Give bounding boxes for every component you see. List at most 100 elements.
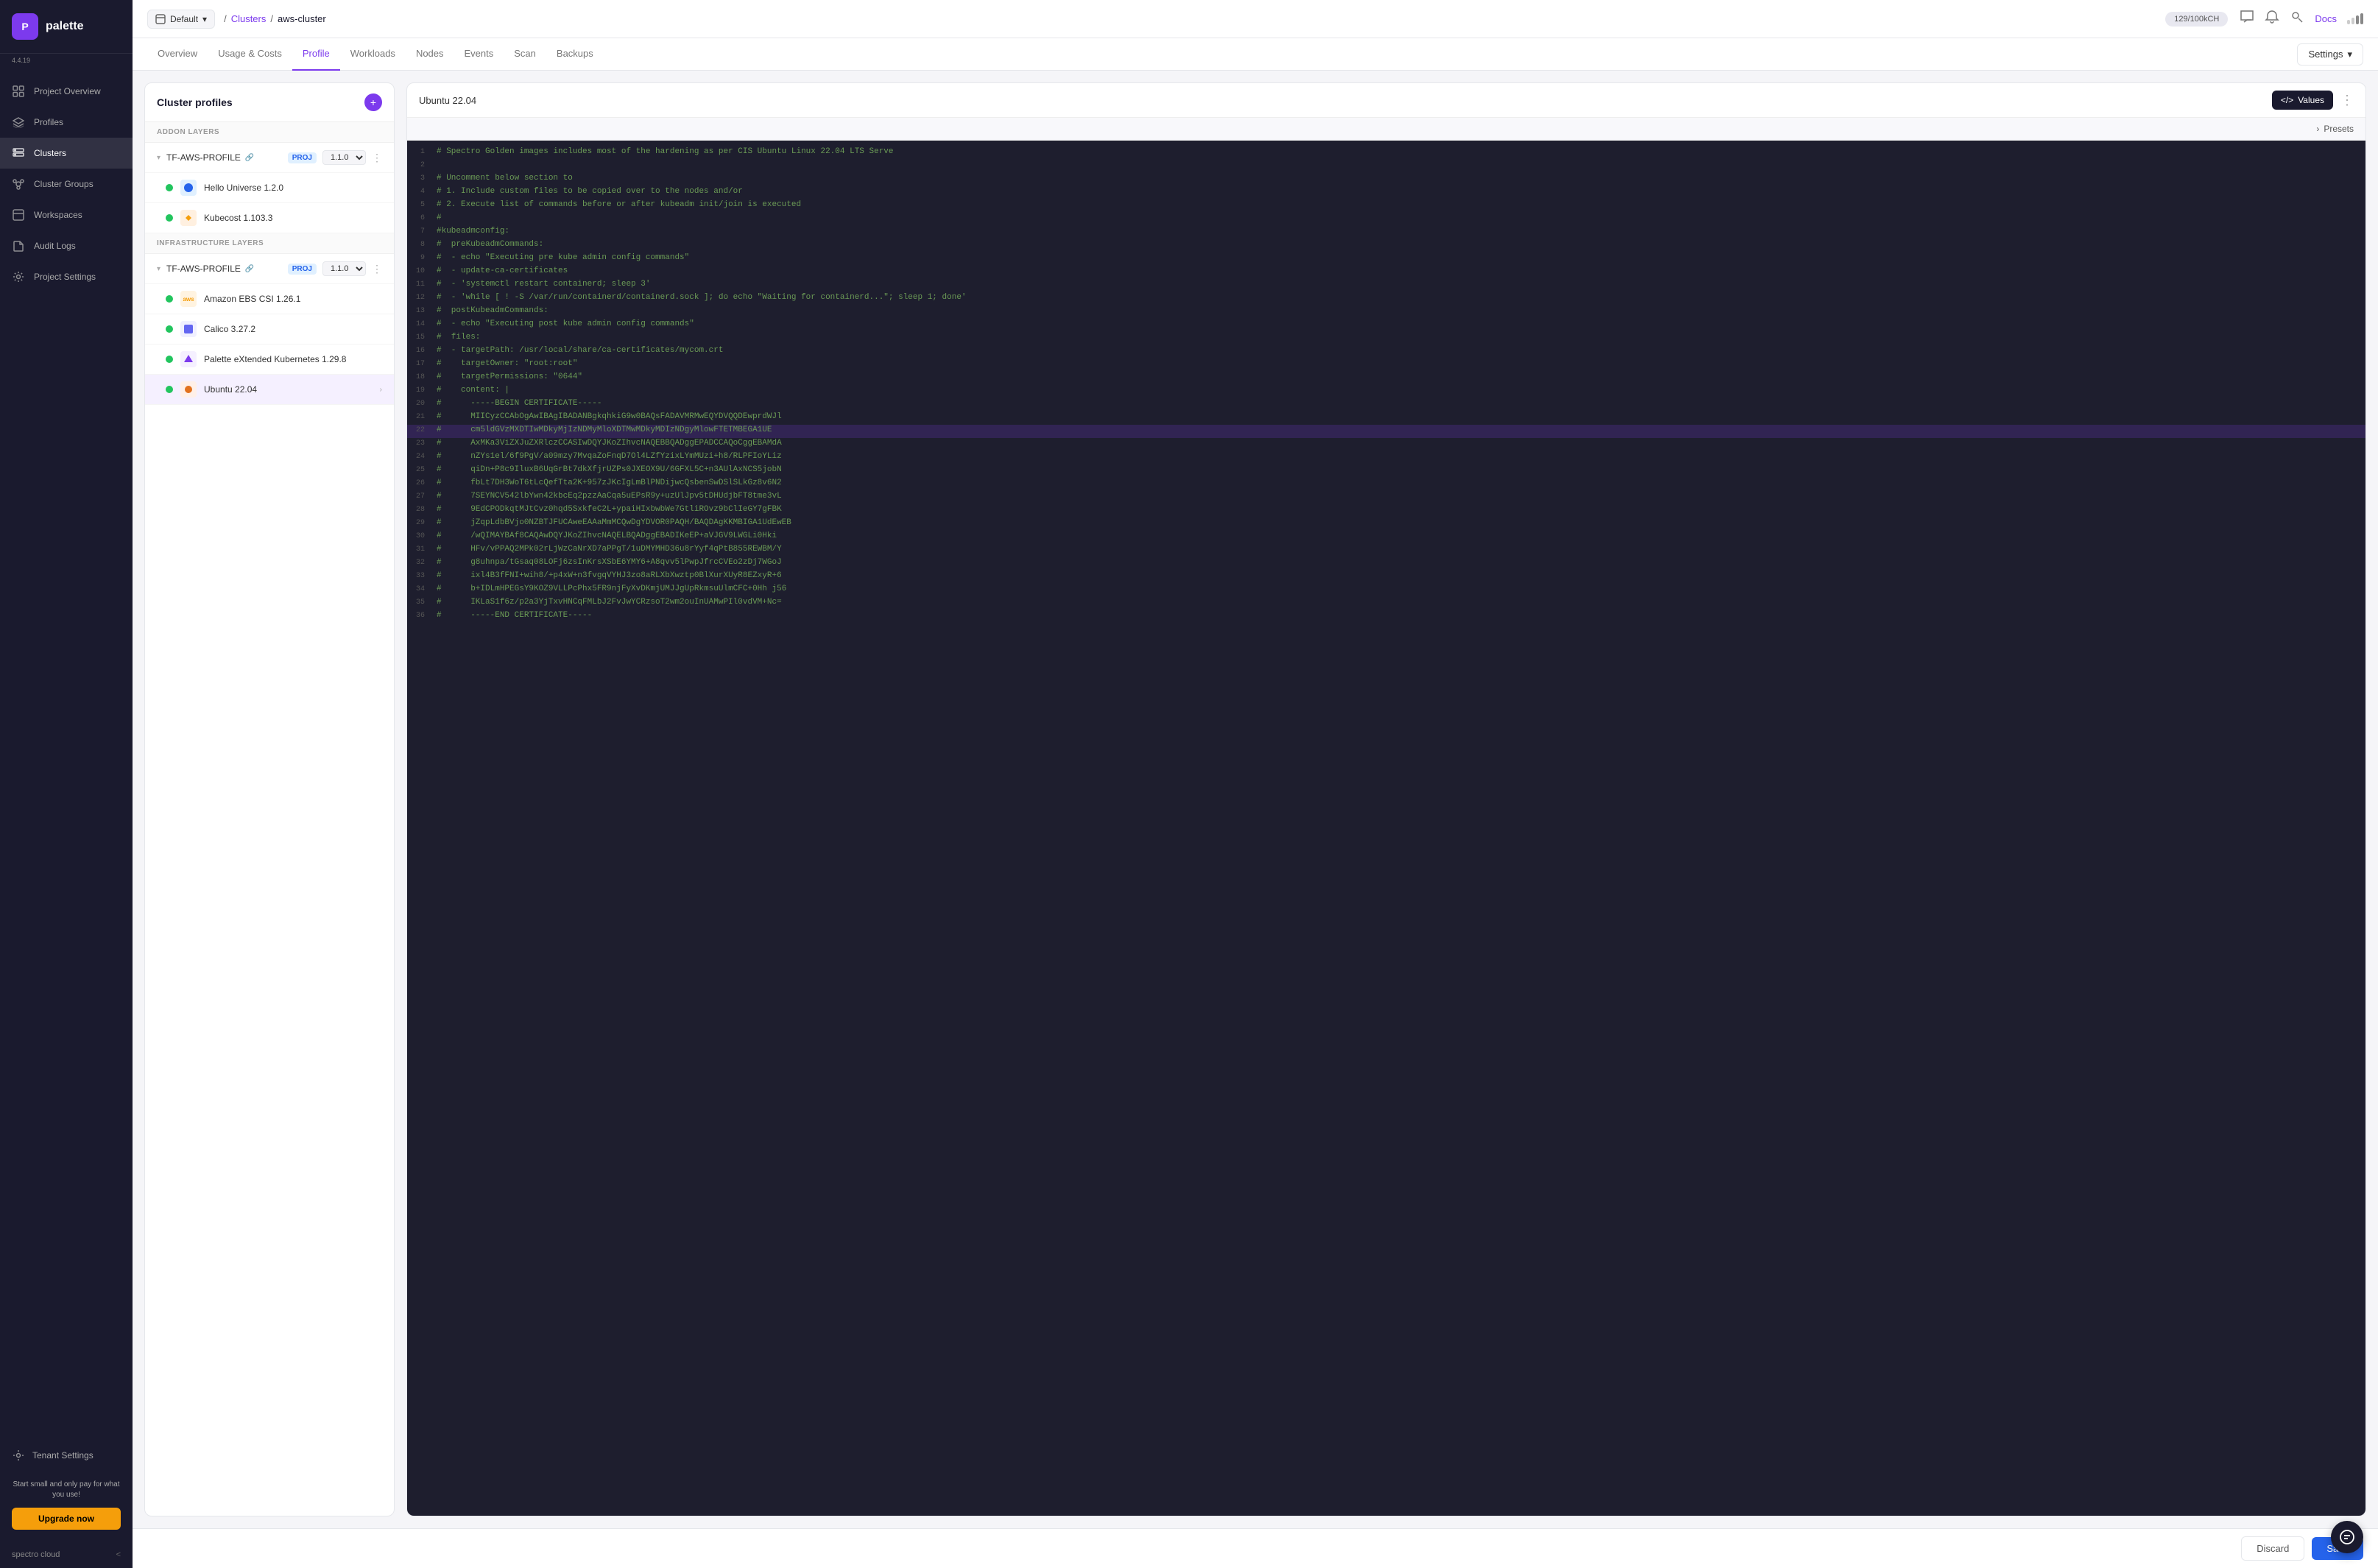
breadcrumb-sep: /	[224, 13, 227, 24]
line-number: 7	[407, 227, 437, 239]
sidebar-item-cluster-groups[interactable]: Cluster Groups	[0, 169, 133, 199]
line-content: # -----BEGIN CERTIFICATE-----	[437, 399, 2365, 411]
infra-version-select[interactable]: 1.1.0	[322, 261, 366, 276]
collapse-sidebar-button[interactable]: <	[116, 1550, 121, 1559]
line-number: 27	[407, 492, 437, 504]
tab-events[interactable]: Events	[454, 38, 504, 71]
line-content: # g8uhnpa/tGsaq08LOFj6zsInKrsXSbE6YMY6+A…	[437, 558, 2365, 570]
left-panel: Cluster profiles + ADDON LAYERS ▾ TF-AWS…	[144, 82, 395, 1516]
infra-profile-row: ▾ TF-AWS-PROFILE 🔗 PROJ 1.1.0 ⋮	[145, 254, 394, 284]
line-number: 29	[407, 518, 437, 530]
usage-badge: 129/100kCH	[2165, 12, 2228, 27]
expand-arrow[interactable]: ▾	[157, 154, 160, 162]
code-line: 20# -----BEGIN CERTIFICATE-----	[407, 398, 2365, 412]
code-line: 12# - 'while [ ! -S /var/run/containerd/…	[407, 292, 2365, 306]
addon-version-select[interactable]: 1.1.0	[322, 150, 366, 165]
discard-button[interactable]: Discard	[2241, 1536, 2304, 1561]
sidebar-label-project-overview: Project Overview	[34, 86, 101, 96]
docs-link[interactable]: Docs	[2315, 13, 2337, 24]
gear-icon	[12, 270, 25, 283]
code-line: 2	[407, 160, 2365, 173]
key-icon[interactable]	[2290, 10, 2304, 28]
values-button[interactable]: </> Values	[2272, 91, 2333, 110]
settings-button[interactable]: Settings ▾	[2297, 43, 2363, 66]
status-dot-calico	[166, 325, 173, 333]
code-editor[interactable]: 1# Spectro Golden images includes most o…	[407, 141, 2365, 1516]
sidebar-label-workspaces: Workspaces	[34, 210, 82, 220]
line-content: # Spectro Golden images includes most of…	[437, 147, 2365, 159]
addon-more-button[interactable]: ⋮	[372, 152, 382, 164]
tab-nodes[interactable]: Nodes	[406, 38, 454, 71]
code-line: 14# - echo "Executing post kube admin co…	[407, 319, 2365, 332]
layer-kubecost-label: Kubecost 1.103.3	[204, 213, 382, 223]
layer-kubecost[interactable]: Kubecost 1.103.3	[145, 203, 394, 233]
addon-section-label: ADDON LAYERS	[145, 122, 394, 143]
brand-label: spectro cloud	[12, 1550, 60, 1559]
code-line: 1# Spectro Golden images includes most o…	[407, 146, 2365, 160]
status-dot-palette	[166, 356, 173, 363]
tab-profile[interactable]: Profile	[292, 38, 340, 71]
upgrade-button[interactable]: Upgrade now	[12, 1508, 121, 1530]
tab-backups[interactable]: Backups	[546, 38, 604, 71]
layer-ebs[interactable]: aws Amazon EBS CSI 1.26.1	[145, 284, 394, 314]
more-options-button[interactable]: ⋮	[2340, 93, 2354, 108]
layer-hello-universe[interactable]: Hello Universe 1.2.0	[145, 173, 394, 203]
line-content: # qiDn+P8c9IluxB6UqGrBt7dkXfjrUZPs0JXEOX…	[437, 465, 2365, 477]
line-number: 13	[407, 306, 437, 318]
code-line: 25# qiDn+P8c9IluxB6UqGrBt7dkXfjrUZPs0JXE…	[407, 465, 2365, 478]
line-content: # MIICyzCCAbOgAwIBAgIBADANBgkqhkiG9w0BAQ…	[437, 412, 2365, 424]
nav-items: Project Overview Profiles	[0, 70, 133, 1440]
infra-expand-arrow[interactable]: ▾	[157, 265, 160, 273]
layer-palette-k8s[interactable]: Palette eXtended Kubernetes 1.29.8	[145, 345, 394, 375]
infra-link-icon: 🔗	[245, 265, 254, 273]
line-content: # /wQIMAYBAf8CAQAwDQYJKoZIhvcNAQELBQADgg…	[437, 532, 2365, 543]
sidebar-item-workspaces[interactable]: Workspaces	[0, 199, 133, 230]
tab-scan[interactable]: Scan	[504, 38, 546, 71]
layers-icon	[12, 116, 25, 129]
presets-bar[interactable]: › Presets	[407, 118, 2365, 141]
code-line: 8# preKubeadmCommands:	[407, 239, 2365, 252]
layer-calico[interactable]: Calico 3.27.2	[145, 314, 394, 345]
chevron-down-icon3: ›	[2316, 124, 2319, 134]
line-content: #	[437, 213, 2365, 225]
topbar-right: 129/100kCH	[2165, 10, 2363, 28]
breadcrumb-clusters[interactable]: Clusters	[231, 13, 267, 24]
line-number: 33	[407, 571, 437, 583]
chat-icon[interactable]	[2240, 10, 2254, 28]
chat-button[interactable]	[2331, 1521, 2363, 1553]
addon-profile-tag: PROJ	[288, 152, 317, 163]
code-line: 21# MIICyzCCAbOgAwIBAgIBADANBgkqhkiG9w0B…	[407, 412, 2365, 425]
workspace-selector[interactable]: Default ▾	[147, 10, 215, 29]
link-icon: 🔗	[245, 154, 254, 162]
cluster-icon	[12, 177, 25, 191]
tab-workloads[interactable]: Workloads	[340, 38, 406, 71]
bottom-bar: Discard Save	[133, 1528, 2378, 1568]
sidebar-item-project-overview[interactable]: Project Overview	[0, 76, 133, 107]
tab-usage-costs[interactable]: Usage & Costs	[208, 38, 292, 71]
line-content: # preKubeadmCommands:	[437, 240, 2365, 252]
line-number: 25	[407, 465, 437, 477]
tabs-right: Settings ▾	[2297, 43, 2363, 66]
layer-logo-hu	[180, 180, 197, 196]
sidebar-item-audit-logs[interactable]: Audit Logs	[0, 230, 133, 261]
bell-icon[interactable]	[2265, 10, 2279, 28]
layer-ubuntu[interactable]: Ubuntu 22.04 ›	[145, 375, 394, 405]
addon-profile-name: TF-AWS-PROFILE 🔗	[166, 152, 282, 163]
version-label: 4.4.19	[0, 54, 133, 70]
sidebar-item-profiles[interactable]: Profiles	[0, 107, 133, 138]
layer-ubuntu-label: Ubuntu 22.04	[204, 384, 373, 395]
sidebar-item-project-settings[interactable]: Project Settings	[0, 261, 133, 292]
add-profile-button[interactable]: +	[364, 93, 382, 111]
sidebar-item-tenant-settings[interactable]: Tenant Settings	[0, 1440, 133, 1471]
sidebar-item-clusters[interactable]: Clusters	[0, 138, 133, 169]
bar3	[2356, 15, 2359, 24]
code-line: 16# - targetPath: /usr/local/share/ca-ce…	[407, 345, 2365, 359]
line-content: # IKLaS1f6z/p2a3YjTxvHNCqFMLbJ2FvJwYCRzs…	[437, 598, 2365, 610]
status-dot-kubecost	[166, 214, 173, 222]
code-line: 4# 1. Include custom files to be copied …	[407, 186, 2365, 199]
line-number: 30	[407, 532, 437, 543]
line-content: # - 'while [ ! -S /var/run/containerd/co…	[437, 293, 2365, 305]
line-content: # content: |	[437, 386, 2365, 398]
infra-more-button[interactable]: ⋮	[372, 263, 382, 275]
tab-overview[interactable]: Overview	[147, 38, 208, 71]
